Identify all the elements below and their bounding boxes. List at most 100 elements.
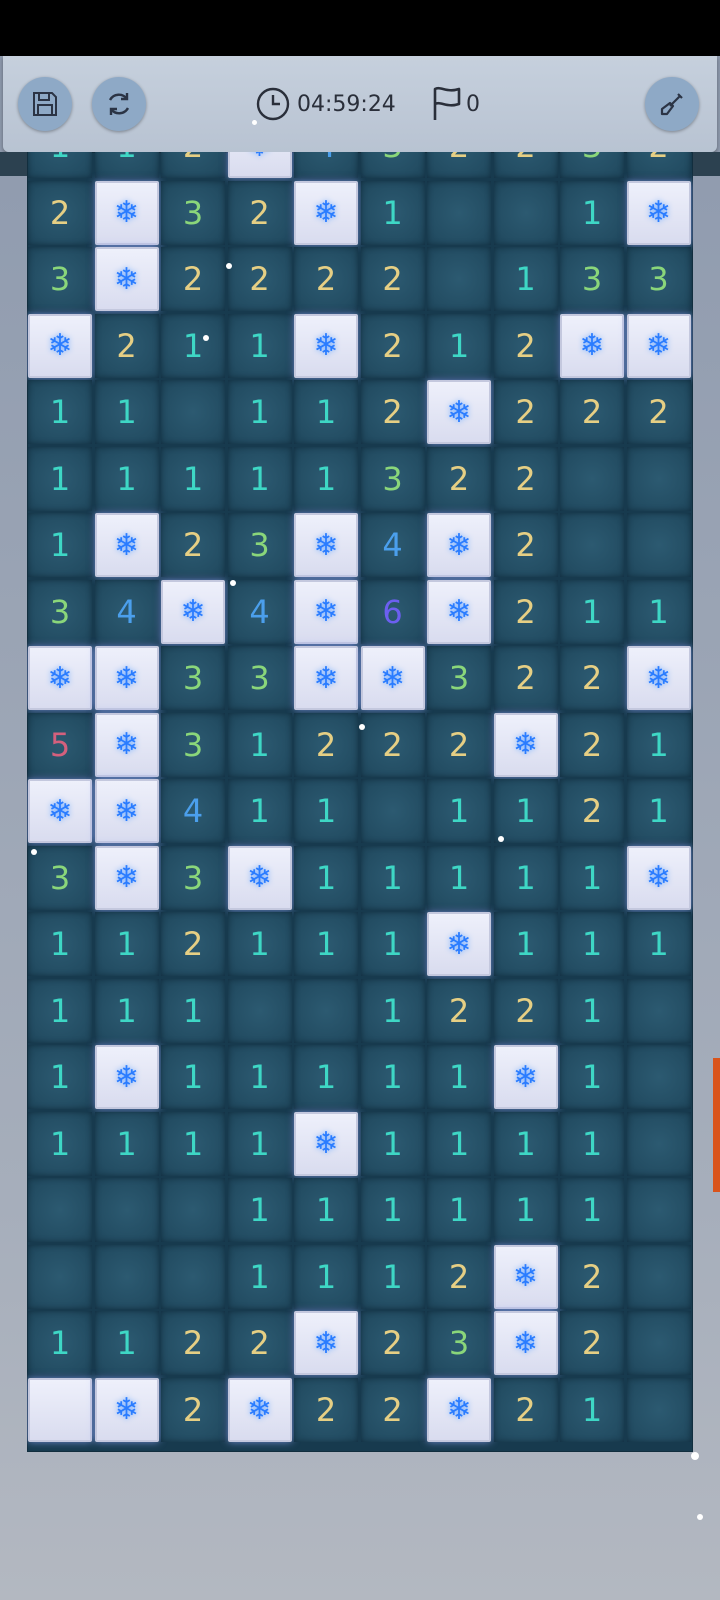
number-cell[interactable]: 3 (28, 579, 92, 644)
empty-revealed-cell[interactable] (28, 1178, 92, 1242)
snowflake-tile[interactable]: ❄ (294, 646, 358, 710)
number-cell[interactable]: 1 (227, 912, 292, 976)
number-cell[interactable]: 2 (427, 712, 491, 777)
number-cell[interactable]: 3 (560, 247, 624, 311)
number-cell[interactable]: 1 (227, 313, 292, 378)
number-cell[interactable]: 1 (94, 978, 159, 1043)
snowflake-tile[interactable]: ❄ (94, 845, 159, 910)
number-cell[interactable]: 1 (360, 180, 425, 245)
snowflake-tile[interactable]: ❄ (427, 513, 491, 577)
number-cell[interactable]: 1 (626, 579, 691, 644)
number-cell[interactable]: 2 (161, 1311, 225, 1375)
number-cell[interactable]: 1 (294, 912, 358, 976)
snowflake-tile[interactable]: ❄ (294, 313, 358, 378)
empty-revealed-cell[interactable] (560, 446, 624, 511)
snowflake-tile[interactable]: ❄ (493, 712, 558, 777)
number-cell[interactable]: 1 (560, 1178, 624, 1242)
number-cell[interactable]: 2 (560, 380, 624, 444)
number-cell[interactable]: 2 (427, 1244, 491, 1309)
empty-revealed-cell[interactable] (626, 446, 691, 511)
number-cell[interactable]: 2 (161, 1377, 225, 1442)
number-cell[interactable]: 2 (94, 313, 159, 378)
number-cell[interactable]: 2 (360, 313, 425, 378)
number-cell[interactable]: 2 (427, 446, 491, 511)
empty-revealed-cell[interactable] (626, 978, 691, 1043)
number-cell[interactable]: 1 (227, 1111, 292, 1176)
snowflake-tile[interactable]: ❄ (294, 579, 358, 644)
empty-revealed-cell[interactable] (560, 513, 624, 577)
number-cell[interactable]: 2 (294, 1377, 358, 1442)
empty-revealed-cell[interactable] (161, 380, 225, 444)
number-cell[interactable]: 1 (493, 1178, 558, 1242)
empty-revealed-cell[interactable] (427, 247, 491, 311)
snowflake-tile[interactable]: ❄ (427, 380, 491, 444)
number-cell[interactable]: 2 (161, 912, 225, 976)
number-cell[interactable]: 1 (94, 152, 159, 178)
empty-revealed-cell[interactable] (28, 1244, 92, 1309)
number-cell[interactable]: 3 (560, 152, 624, 178)
number-cell[interactable]: 1 (28, 1045, 92, 1109)
number-cell[interactable]: 2 (294, 247, 358, 311)
number-cell[interactable]: 1 (227, 380, 292, 444)
number-cell[interactable]: 4 (161, 779, 225, 843)
empty-revealed-cell[interactable] (626, 1244, 691, 1309)
number-cell[interactable]: 3 (161, 845, 225, 910)
number-cell[interactable]: 3 (427, 1311, 491, 1375)
number-cell[interactable]: 2 (360, 380, 425, 444)
snowflake-tile[interactable]: ❄ (94, 513, 159, 577)
number-cell[interactable]: 1 (28, 446, 92, 511)
number-cell[interactable]: 2 (360, 712, 425, 777)
number-cell[interactable]: 1 (294, 845, 358, 910)
number-cell[interactable]: 2 (493, 1377, 558, 1442)
number-cell[interactable]: 1 (227, 1178, 292, 1242)
number-cell[interactable]: 1 (94, 1111, 159, 1176)
side-tab[interactable] (713, 1058, 720, 1192)
number-cell[interactable]: 1 (493, 1111, 558, 1176)
empty-revealed-cell[interactable] (626, 1311, 691, 1375)
number-cell[interactable]: 2 (493, 579, 558, 644)
number-cell[interactable]: 1 (493, 845, 558, 910)
number-cell[interactable]: 1 (294, 1178, 358, 1242)
number-cell[interactable]: 2 (28, 180, 92, 245)
snowflake-tile[interactable]: ❄ (294, 180, 358, 245)
snowflake-tile[interactable]: ❄ (493, 1311, 558, 1375)
number-cell[interactable]: 3 (626, 247, 691, 311)
number-cell[interactable]: 2 (493, 646, 558, 710)
number-cell[interactable]: 1 (161, 446, 225, 511)
number-cell[interactable]: 1 (493, 247, 558, 311)
number-cell[interactable]: 1 (360, 1045, 425, 1109)
empty-revealed-cell[interactable] (427, 180, 491, 245)
number-cell[interactable]: 1 (360, 912, 425, 976)
empty-revealed-cell[interactable] (626, 1045, 691, 1109)
snowflake-tile[interactable]: ❄ (94, 712, 159, 777)
number-cell[interactable]: 1 (161, 978, 225, 1043)
empty-revealed-cell[interactable] (227, 978, 292, 1043)
empty-revealed-cell[interactable] (94, 1178, 159, 1242)
snowflake-tile[interactable]: ❄ (94, 1377, 159, 1442)
number-cell[interactable]: 1 (227, 1045, 292, 1109)
number-cell[interactable]: 3 (28, 247, 92, 311)
number-cell[interactable]: 1 (560, 978, 624, 1043)
number-cell[interactable]: 1 (227, 446, 292, 511)
number-cell[interactable]: 5 (28, 712, 92, 777)
number-cell[interactable]: 2 (493, 978, 558, 1043)
number-cell[interactable]: 2 (427, 152, 491, 178)
number-cell[interactable]: 1 (360, 845, 425, 910)
snowflake-tile[interactable]: ❄ (626, 180, 691, 245)
number-cell[interactable]: 3 (360, 446, 425, 511)
number-cell[interactable]: 1 (560, 1111, 624, 1176)
number-cell[interactable]: 1 (427, 313, 491, 378)
number-cell[interactable]: 1 (427, 779, 491, 843)
number-cell[interactable]: 2 (161, 513, 225, 577)
snowflake-tile[interactable]: ❄ (294, 1311, 358, 1375)
number-cell[interactable]: 1 (360, 1244, 425, 1309)
number-cell[interactable]: 2 (493, 513, 558, 577)
empty-revealed-cell[interactable] (493, 180, 558, 245)
number-cell[interactable]: 1 (560, 845, 624, 910)
number-cell[interactable]: 1 (28, 513, 92, 577)
number-cell[interactable]: 1 (560, 1377, 624, 1442)
snowflake-tile[interactable]: ❄ (94, 779, 159, 843)
empty-revealed-cell[interactable] (360, 779, 425, 843)
snowflake-tile[interactable]: ❄ (94, 646, 159, 710)
number-cell[interactable]: 3 (161, 712, 225, 777)
